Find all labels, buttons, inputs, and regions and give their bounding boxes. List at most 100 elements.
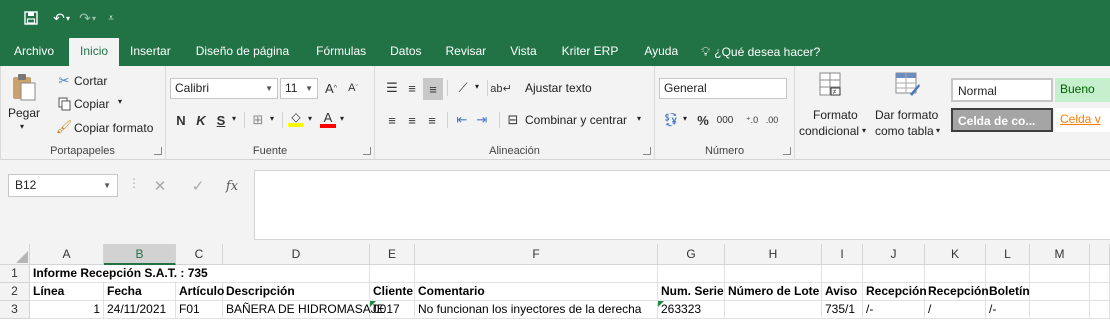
cell-g1[interactable] [658, 265, 725, 283]
save-icon[interactable] [20, 7, 42, 29]
percent-button[interactable]: % [695, 110, 711, 130]
row-header-3[interactable]: 3 [0, 301, 30, 319]
cell-a1[interactable]: Informe Recepción S.A.T. : 735 [30, 265, 208, 283]
cell-j2[interactable]: Recepción [863, 283, 927, 301]
clipboard-launcher-icon[interactable] [154, 147, 162, 155]
cell-g3[interactable]: 263323 [658, 301, 725, 319]
merge-dropdown-icon[interactable]: ▾ [637, 114, 641, 123]
enter-formula-icon[interactable]: ✓ [186, 174, 210, 198]
cell-b2[interactable]: Fecha [104, 283, 176, 301]
column-header-c[interactable]: C [176, 244, 223, 265]
conditional-format-label-2[interactable]: condicional [799, 124, 859, 138]
format-as-table-icon[interactable] [893, 70, 923, 100]
name-box[interactable]: B12 ▼ [8, 174, 118, 197]
column-header-f[interactable]: F [415, 244, 658, 265]
tab-ayuda[interactable]: Ayuda [632, 38, 690, 66]
style-bueno[interactable]: Bueno [1055, 78, 1110, 102]
font-color-dropdown-icon[interactable]: ▾ [340, 114, 344, 123]
align-bottom-icon[interactable]: ≡ [423, 78, 443, 100]
style-celda-vinculada[interactable]: Celda v [1055, 108, 1110, 132]
bold-button[interactable]: N [172, 110, 190, 130]
format-as-table-dropdown-icon[interactable]: ▾ [936, 126, 940, 135]
cell-l2[interactable]: Boletín [986, 283, 1030, 301]
orientation-dropdown-icon[interactable]: ▾ [475, 82, 479, 91]
tab-vista[interactable]: Vista [499, 38, 547, 66]
insert-function-icon[interactable]: fx [220, 174, 244, 198]
format-as-table-label-2[interactable]: como tabla [875, 124, 934, 138]
column-header-l[interactable]: L [986, 244, 1030, 265]
cell-b3[interactable]: 24/11/2021 [104, 301, 176, 319]
font-color-icon[interactable]: A [318, 108, 338, 130]
cell-k2[interactable]: Recepción [925, 283, 989, 301]
paste-dropdown-icon[interactable]: ▾ [20, 122, 24, 131]
cell-d3[interactable]: BAÑERA DE HIDROMASAJE [223, 301, 385, 319]
conditional-format-dropdown-icon[interactable]: ▾ [862, 126, 866, 135]
cell-e2[interactable]: Cliente [370, 283, 415, 301]
cell-d1[interactable] [223, 265, 370, 283]
cancel-formula-icon[interactable]: ✕ [148, 174, 172, 198]
cell-k3[interactable]: / [925, 301, 986, 319]
column-header-g[interactable]: G [658, 244, 725, 265]
number-format-select[interactable]: General [659, 78, 787, 99]
orientation-icon[interactable]: ⟋ [453, 78, 473, 98]
cell-d2[interactable]: Descripción [223, 283, 370, 301]
column-header-i[interactable]: I [822, 244, 863, 265]
fill-color-dropdown-icon[interactable]: ▾ [308, 114, 312, 123]
paste-button[interactable]: Pegar [8, 106, 40, 120]
column-header-a[interactable]: A [30, 244, 104, 265]
cell-m2[interactable] [1030, 283, 1090, 301]
align-right-icon[interactable]: ≡ [423, 110, 441, 130]
cell-f1[interactable] [415, 265, 658, 283]
tab-insertar[interactable]: Insertar [119, 38, 182, 66]
undo-dropdown-icon[interactable]: ▾ [66, 14, 70, 23]
borders-dropdown-icon[interactable]: ▾ [270, 114, 274, 123]
cell-a3[interactable]: 1 [30, 301, 104, 319]
decrease-indent-icon[interactable]: ⇤ [453, 110, 471, 130]
tell-me-search[interactable]: 💡︎ ¿Qué desea hacer? [690, 38, 831, 66]
column-header-h[interactable]: H [725, 244, 822, 265]
column-header-b[interactable]: B [104, 244, 176, 265]
cell-e1[interactable] [370, 265, 415, 283]
cell-a2[interactable]: Línea [30, 283, 104, 301]
tab-archivo[interactable]: Archivo [3, 38, 65, 66]
cell-i1[interactable] [822, 265, 863, 283]
align-left-icon[interactable]: ≡ [383, 110, 401, 130]
wrap-text-icon[interactable]: ab↵ [490, 78, 511, 98]
conditional-format-icon[interactable]: ≠ [817, 70, 845, 100]
tab-formulas[interactable]: Fórmulas [303, 38, 379, 66]
format-as-table-label-1[interactable]: Dar formato [875, 108, 938, 122]
paste-icon[interactable] [10, 72, 38, 102]
cell-l3[interactable]: /- [986, 301, 1030, 319]
cut-button[interactable]: Cortar [74, 74, 107, 88]
style-normal[interactable]: Normal [951, 78, 1053, 102]
cell-i3[interactable]: 735/1 [822, 301, 863, 319]
underline-dropdown-icon[interactable]: ▾ [232, 114, 236, 123]
decrease-decimal-icon[interactable]: .00 [763, 110, 781, 130]
borders-icon[interactable]: ⊞ [248, 110, 268, 130]
row-header-1[interactable]: 1 [0, 265, 30, 283]
cell-m1[interactable] [1030, 265, 1090, 283]
select-all-corner[interactable] [0, 244, 30, 265]
cell-c3[interactable]: F01 [176, 301, 223, 319]
format-painter-icon[interactable]: 🖌︎ [56, 119, 73, 135]
alignment-launcher-icon[interactable] [643, 147, 651, 155]
fill-color-icon[interactable]: ◇ [286, 108, 306, 130]
tab-diseno-pagina[interactable]: Diseño de página [182, 38, 303, 66]
cell-m3[interactable] [1030, 301, 1090, 319]
style-celda-comprobacion[interactable]: Celda de co... [951, 108, 1053, 132]
column-header-e[interactable]: E [370, 244, 415, 265]
font-name-select[interactable]: Calibri ▼ [170, 78, 278, 99]
column-header-k[interactable]: K [925, 244, 986, 265]
tab-kriter-erp[interactable]: Kriter ERP [548, 38, 633, 66]
cell-f2[interactable]: Comentario [415, 283, 658, 301]
cell-l1[interactable] [986, 265, 1030, 283]
tab-revisar[interactable]: Revisar [433, 38, 500, 66]
conditional-format-label-1[interactable]: Formato [813, 108, 858, 122]
cell-h2[interactable]: Número de Lote [725, 283, 822, 301]
accounting-format-icon[interactable]: 💱︎ [661, 110, 681, 130]
increase-font-icon[interactable]: A ^ [322, 78, 340, 98]
cell-h1[interactable] [725, 265, 822, 283]
thousands-separator-button[interactable]: 000 [713, 110, 737, 130]
underline-button[interactable]: S [212, 110, 230, 130]
redo-dropdown-icon[interactable]: ▾ [92, 14, 96, 23]
